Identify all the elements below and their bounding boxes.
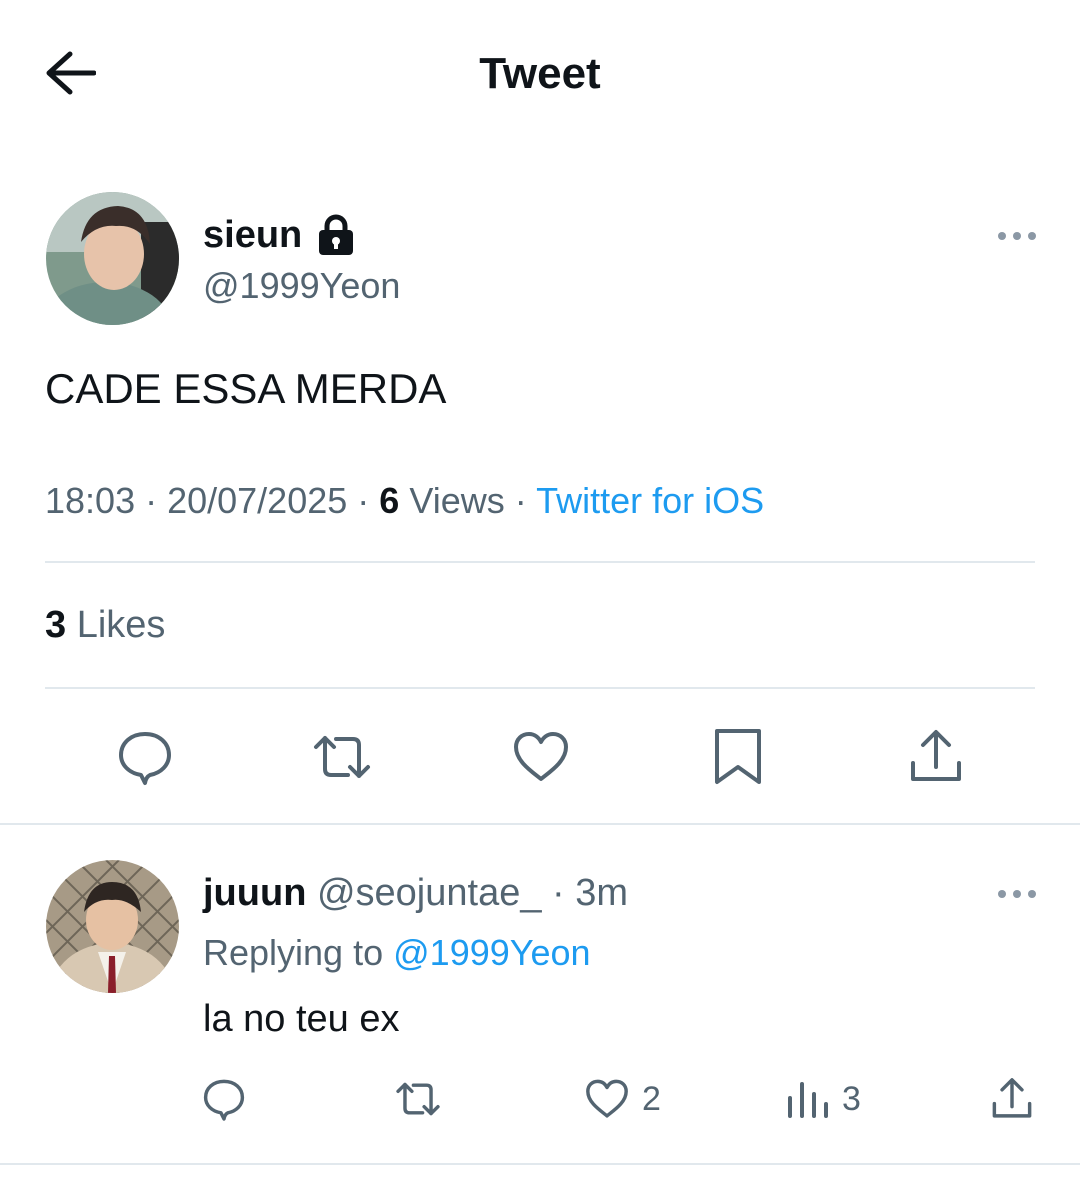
share-icon [989,1076,1035,1122]
replying-to: Replying to @1999Yeon [203,930,591,976]
reply-retweet-button[interactable] [395,1076,441,1122]
share-icon[interactable] [906,727,966,787]
reply-views-count: 3 [842,1079,861,1118]
section-divider [0,823,1080,825]
tweet-text: CADE ESSA MERDA [45,365,447,412]
reply-like-button[interactable]: 2 [584,1076,661,1122]
reply-header: juuun @seojuntae_ · 3m [203,870,628,916]
tweet-time: 18:03 [45,480,136,521]
reply-icon[interactable] [115,727,175,787]
replying-to-handle[interactable]: @1999Yeon [393,932,590,973]
reply-views-button[interactable]: 3 [784,1076,861,1122]
reply-author-handle[interactable]: @seojuntae_ [317,872,542,914]
bookmark-icon[interactable] [708,727,768,787]
likes-label: Likes [76,604,166,646]
reply-author-avatar[interactable] [46,860,179,993]
divider [45,687,1035,689]
tweet-meta: 18:03 · 20/07/2025 · 6 Views · Twitter f… [45,480,765,521]
reply-icon [201,1076,247,1122]
page-title: Tweet [479,49,601,98]
like-icon[interactable] [511,727,571,787]
tweet-date: 20/07/2025 [167,480,348,521]
section-divider [0,1163,1080,1165]
author-avatar[interactable] [46,192,179,325]
dot-separator: · [552,872,565,914]
retweet-icon[interactable] [312,727,372,787]
divider [45,561,1035,563]
source-link[interactable]: Twitter for iOS [536,480,764,521]
reply-text: la no teu ex [203,998,400,1040]
author-handle[interactable]: @1999Yeon [203,264,400,308]
views-label: Views [409,480,505,521]
likes-count: 3 [45,604,67,646]
reply-like-count: 2 [642,1079,661,1118]
reply-share-button[interactable] [989,1076,1035,1122]
likes-summary[interactable]: 3 Likes [45,602,165,648]
replying-label: Replying to [203,932,384,973]
like-icon [584,1076,630,1122]
reply-author-name[interactable]: juuun [203,872,306,914]
more-options-icon[interactable] [996,224,1038,248]
reply-more-options-icon[interactable] [996,882,1038,906]
retweet-icon [395,1076,441,1122]
lock-icon [316,214,356,256]
author-name-row: sieun [203,212,356,258]
author-name[interactable]: sieun [203,212,302,258]
reply-reply-button[interactable] [201,1076,247,1122]
views-count: 6 [379,480,400,521]
reply-time[interactable]: 3m [575,872,628,914]
analytics-icon [784,1076,830,1122]
